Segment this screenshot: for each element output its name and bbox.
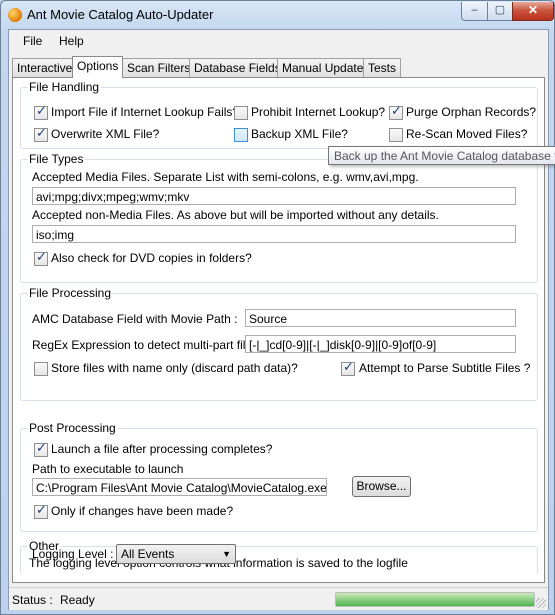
only-if-changed-checkbox[interactable] — [34, 503, 48, 519]
post-processing-title: Post Processing — [27, 421, 118, 435]
purge-orphans-label[interactable]: Purge Orphan Records? — [406, 105, 536, 119]
backup-xml-label[interactable]: Backup XML File? — [251, 127, 348, 141]
launch-file-checkbox[interactable] — [34, 441, 48, 457]
parse-subtitles-checkbox[interactable] — [341, 360, 355, 376]
app-window: Ant Movie Catalog Auto-Updater – ▢ ✕ Fil… — [0, 0, 555, 615]
file-handling-group: File Handling Import File if Internet Lo… — [20, 80, 538, 149]
store-name-only-label[interactable]: Store files with name only (discard path… — [51, 361, 298, 375]
tab-interactive[interactable]: Interactive — [12, 58, 78, 77]
prohibit-lookup-checkbox[interactable] — [234, 106, 248, 120]
file-types-group: File Types Accepted Media Files. Separat… — [20, 152, 538, 283]
logging-level-select[interactable]: All Events ▼ — [116, 544, 236, 564]
menu-file[interactable]: File — [23, 34, 42, 48]
import-if-lookup-fails-label[interactable]: Import File if Internet Lookup Fails? — [51, 105, 239, 119]
import-if-lookup-fails-checkbox[interactable] — [34, 104, 48, 120]
status-value: Ready — [60, 593, 95, 607]
menu-bar: File Help — [9, 30, 548, 52]
only-if-changed-label[interactable]: Only if changes have been made? — [51, 504, 233, 518]
browse-button[interactable]: Browse... — [352, 476, 411, 497]
title-bar[interactable]: Ant Movie Catalog Auto-Updater – ▢ ✕ — [1, 1, 554, 29]
nonmedia-files-input[interactable]: iso;img — [32, 225, 516, 243]
logging-level-value: All Events — [121, 547, 175, 561]
store-name-only-checkbox[interactable] — [34, 362, 48, 376]
media-files-input[interactable]: avi;mpg;divx;mpeg;wmv;mkv — [32, 187, 516, 205]
app-icon — [8, 8, 22, 22]
overwrite-xml-label[interactable]: Overwrite XML File? — [51, 127, 159, 141]
rescan-moved-label[interactable]: Re-Scan Moved Files? — [406, 127, 527, 141]
tab-options[interactable]: Options — [72, 56, 124, 78]
dvd-check-label[interactable]: Also check for DVD copies in folders? — [51, 251, 252, 265]
post-processing-group: Post Processing Launch a file after proc… — [20, 421, 538, 532]
nonmedia-files-label: Accepted non-Media Files. As above but w… — [32, 208, 439, 222]
exe-path-label: Path to executable to launch — [32, 462, 184, 476]
file-processing-title: File Processing — [27, 286, 114, 300]
close-button[interactable]: ✕ — [512, 2, 554, 21]
minimize-button[interactable]: – — [461, 2, 488, 21]
status-bar: Status : Ready — [9, 587, 548, 610]
menu-help[interactable]: Help — [59, 34, 84, 48]
chevron-down-icon: ▼ — [222, 549, 231, 559]
regex-label: RegEx Expression to detect multi-part fi… — [32, 338, 265, 352]
tab-database-fields[interactable]: Database Fields — [189, 58, 286, 77]
launch-file-label[interactable]: Launch a file after processing completes… — [51, 442, 272, 456]
db-field-input[interactable]: Source — [245, 309, 516, 327]
progress-bar — [335, 592, 535, 607]
overwrite-xml-checkbox[interactable] — [34, 126, 48, 142]
resize-grip[interactable] — [536, 598, 546, 608]
file-types-title: File Types — [27, 152, 86, 166]
progress-fill — [336, 593, 534, 606]
backup-xml-tooltip: Back up the Ant Movie Catalog database f — [328, 146, 555, 165]
regex-input[interactable]: [-|_]cd[0-9]|[-|_]disk[0-9]|[0-9]of[0-9] — [245, 335, 516, 353]
media-files-label: Accepted Media Files. Separate List with… — [32, 170, 419, 184]
purge-orphans-checkbox[interactable] — [389, 104, 403, 120]
window-title: Ant Movie Catalog Auto-Updater — [27, 7, 214, 22]
maximize-button[interactable]: ▢ — [487, 2, 513, 21]
file-handling-title: File Handling — [27, 80, 102, 94]
parse-subtitles-label[interactable]: Attempt to Parse Subtitle Files ? — [359, 361, 530, 375]
tab-tests[interactable]: Tests — [363, 58, 402, 77]
db-field-label: AMC Database Field with Movie Path : — [32, 312, 238, 326]
backup-xml-checkbox[interactable] — [234, 128, 248, 142]
rescan-moved-checkbox[interactable] — [389, 128, 403, 142]
status-label: Status : — [12, 593, 53, 607]
tab-manual-update[interactable]: Manual Update — [277, 58, 369, 77]
tab-scan-filters[interactable]: Scan Filters — [122, 58, 196, 77]
exe-path-input[interactable]: C:\Program Files\Ant Movie Catalog\Movie… — [32, 478, 327, 496]
file-processing-group: File Processing AMC Database Field with … — [20, 286, 538, 401]
client-area: File Help Interactive Options Scan Filte… — [8, 29, 549, 610]
dvd-check-checkbox[interactable] — [34, 250, 48, 266]
prohibit-lookup-label[interactable]: Prohibit Internet Lookup? — [251, 105, 385, 119]
logging-level-label: Logging Level : — [32, 547, 114, 561]
